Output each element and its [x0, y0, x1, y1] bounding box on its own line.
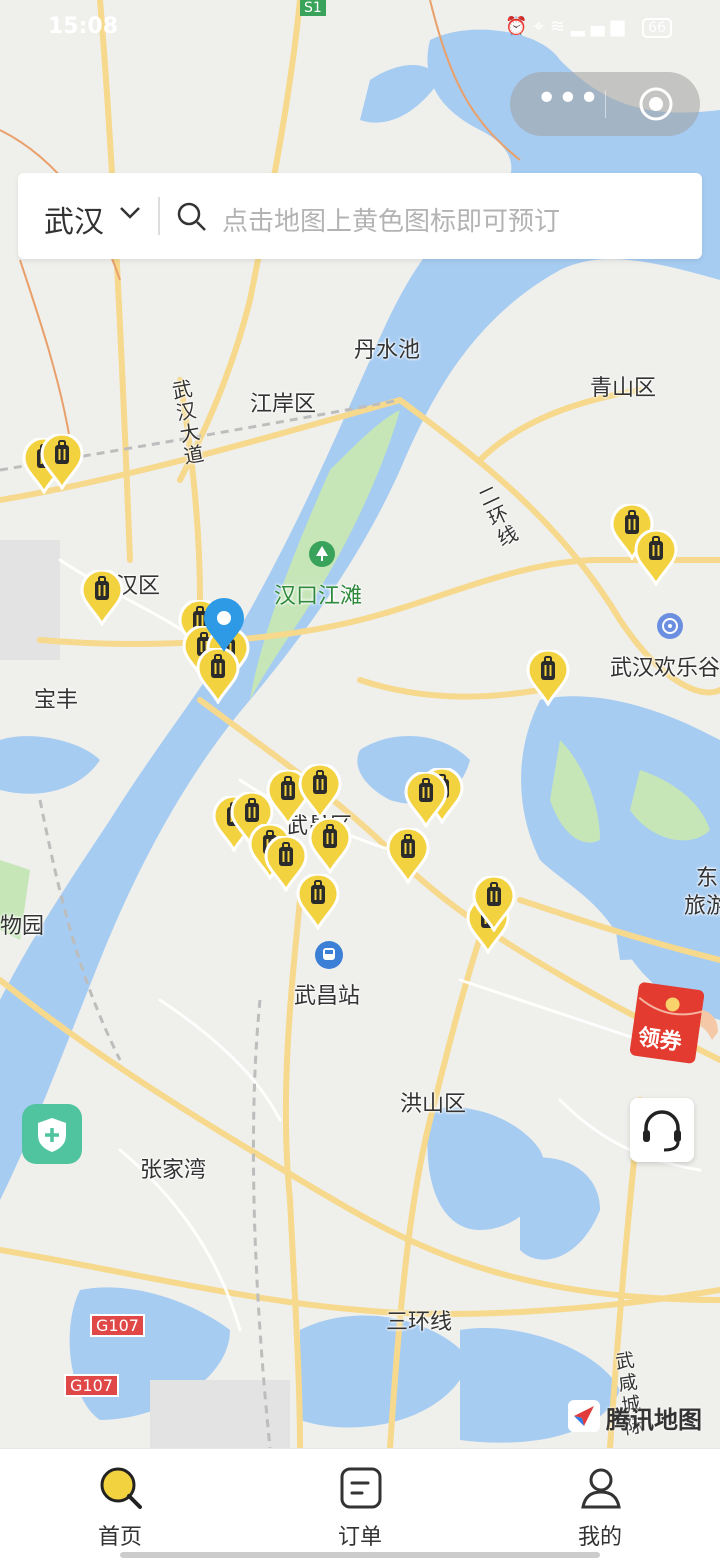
search-bar: 武汉 点击地图上黄色图标即可预订 [18, 173, 702, 259]
search-input[interactable]: 点击地图上黄色图标即可预订 [222, 201, 560, 238]
search-icon [177, 202, 206, 231]
city-selector[interactable]: 武汉 [44, 197, 104, 241]
search-divider [158, 197, 160, 235]
luggage-pin[interactable] [404, 772, 448, 828]
luggage-pin[interactable] [298, 764, 342, 820]
map-label-qingshan: 青山区 [590, 376, 657, 401]
bottom-tab-bar: 首页 订单 我的 [0, 1448, 720, 1561]
map-label-hongshan: 洪山区 [400, 1092, 467, 1117]
shield-icon [38, 1118, 66, 1152]
map-label-zhangjiawan: 张家湾 [140, 1158, 207, 1183]
current-location-pin-icon [204, 598, 244, 652]
signal-icon: ▂▄▆ [570, 16, 631, 37]
luggage-pin[interactable] [296, 874, 340, 930]
chevron-down-icon[interactable] [118, 203, 142, 223]
capsule-divider [605, 90, 606, 118]
tab-orders-label: 订单 [337, 1525, 382, 1550]
status-time: 15:08 [48, 14, 119, 39]
tab-home[interactable]: 首页 [0, 1449, 240, 1561]
amusement-park-icon [657, 613, 683, 639]
home-indicator [120, 1552, 600, 1558]
status-icons: ⏰⌖≋▂▄▆ 66 [505, 16, 672, 38]
coupon-label: 领券 [636, 1025, 684, 1056]
tab-profile-label: 我的 [577, 1525, 622, 1550]
compass-logo-icon [568, 1400, 600, 1432]
map-label-lv: 旅游 [684, 894, 720, 919]
coupon-button[interactable]: 领券 [628, 980, 720, 1066]
luggage-pin[interactable] [80, 570, 124, 626]
alarm-icon: ⏰ [505, 16, 534, 37]
luggage-pin[interactable] [308, 818, 352, 874]
tab-profile[interactable]: 我的 [480, 1449, 720, 1561]
tab-orders[interactable]: 订单 [240, 1449, 480, 1561]
close-miniprogram-button[interactable] [638, 86, 674, 122]
park-icon [309, 541, 335, 567]
luggage-pin[interactable] [386, 828, 430, 884]
road-badge-g107: G107 [64, 1374, 119, 1397]
map-label-happy-valley: 武汉欢乐谷 [610, 656, 720, 681]
map-label-danshuichi: 丹水池 [354, 338, 421, 363]
map-brand-label: 腾讯地图 [606, 1406, 702, 1434]
headset-icon [643, 1110, 681, 1152]
wifi-icon: ≋ [549, 16, 571, 37]
map-label-zoo: 物园 [0, 914, 45, 939]
luggage-pin[interactable] [196, 648, 240, 704]
map-label-wuchang-station: 武昌站 [294, 984, 361, 1009]
map-label-baofeng: 宝丰 [34, 688, 79, 713]
more-button[interactable]: ••• [536, 81, 600, 124]
luggage-pin[interactable] [634, 530, 678, 586]
miniprogram-capsule: ••• [510, 72, 700, 136]
tab-home-label: 首页 [97, 1525, 142, 1550]
map-label-jiangan: 江岸区 [250, 392, 317, 417]
road-badge-g107: G107 [90, 1314, 145, 1337]
map-label-third-ring: 三环线 [386, 1310, 453, 1335]
order-list-icon [340, 1467, 382, 1509]
location-icon: ⌖ [533, 16, 550, 37]
luggage-pin[interactable] [472, 876, 516, 932]
train-station-icon [315, 941, 343, 969]
customer-service-button[interactable] [630, 1098, 694, 1162]
luggage-pin[interactable] [526, 650, 570, 706]
battery-icon: 66 [642, 18, 672, 38]
luggage-pin[interactable] [40, 434, 84, 490]
safety-button[interactable] [22, 1104, 82, 1164]
home-search-icon [100, 1467, 142, 1509]
user-icon [581, 1468, 621, 1509]
map-label-hankou-jiangtan: 汉口江滩 [274, 584, 363, 609]
status-bar: 15:08 ⏰⌖≋▂▄▆ 66 [0, 0, 720, 56]
